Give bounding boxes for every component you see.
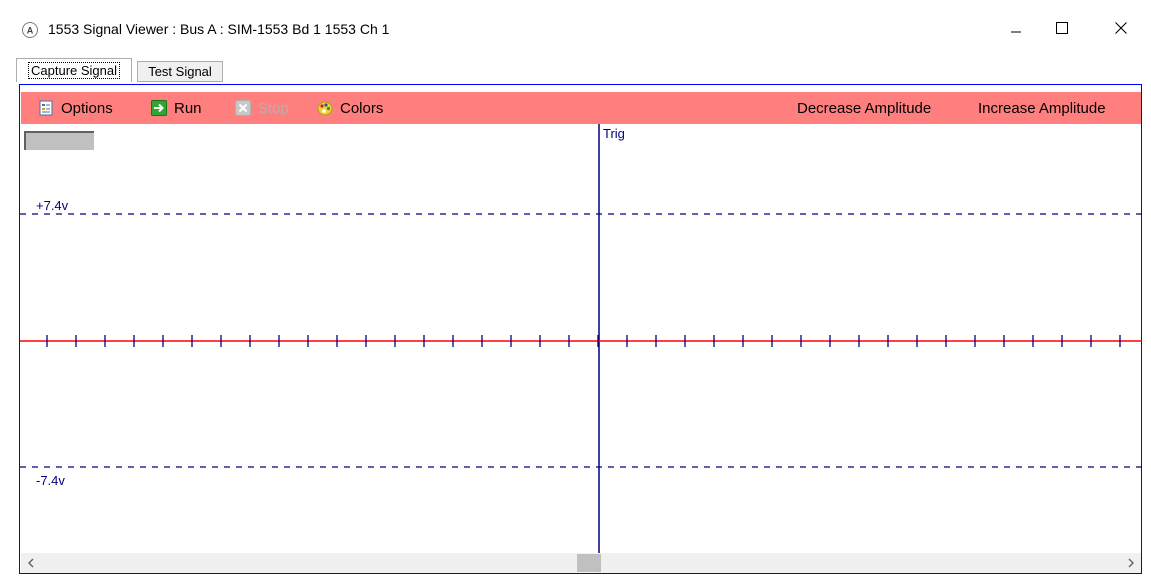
upper-level-label: +7.4v — [36, 198, 69, 213]
lower-level-label: -7.4v — [36, 473, 65, 488]
chevron-left-icon — [28, 558, 34, 568]
scroll-thumb[interactable] — [577, 554, 601, 572]
scroll-right-button[interactable] — [1121, 553, 1141, 573]
signal-plot — [20, 124, 1142, 574]
signal-viewer-window: A 1553 Signal Viewer : Bus A : SIM-1553 … — [0, 0, 1151, 580]
horizontal-scrollbar[interactable] — [21, 553, 1141, 573]
trigger-label: Trig — [603, 126, 625, 141]
chevron-right-icon — [1128, 558, 1134, 568]
scroll-left-button[interactable] — [21, 553, 41, 573]
